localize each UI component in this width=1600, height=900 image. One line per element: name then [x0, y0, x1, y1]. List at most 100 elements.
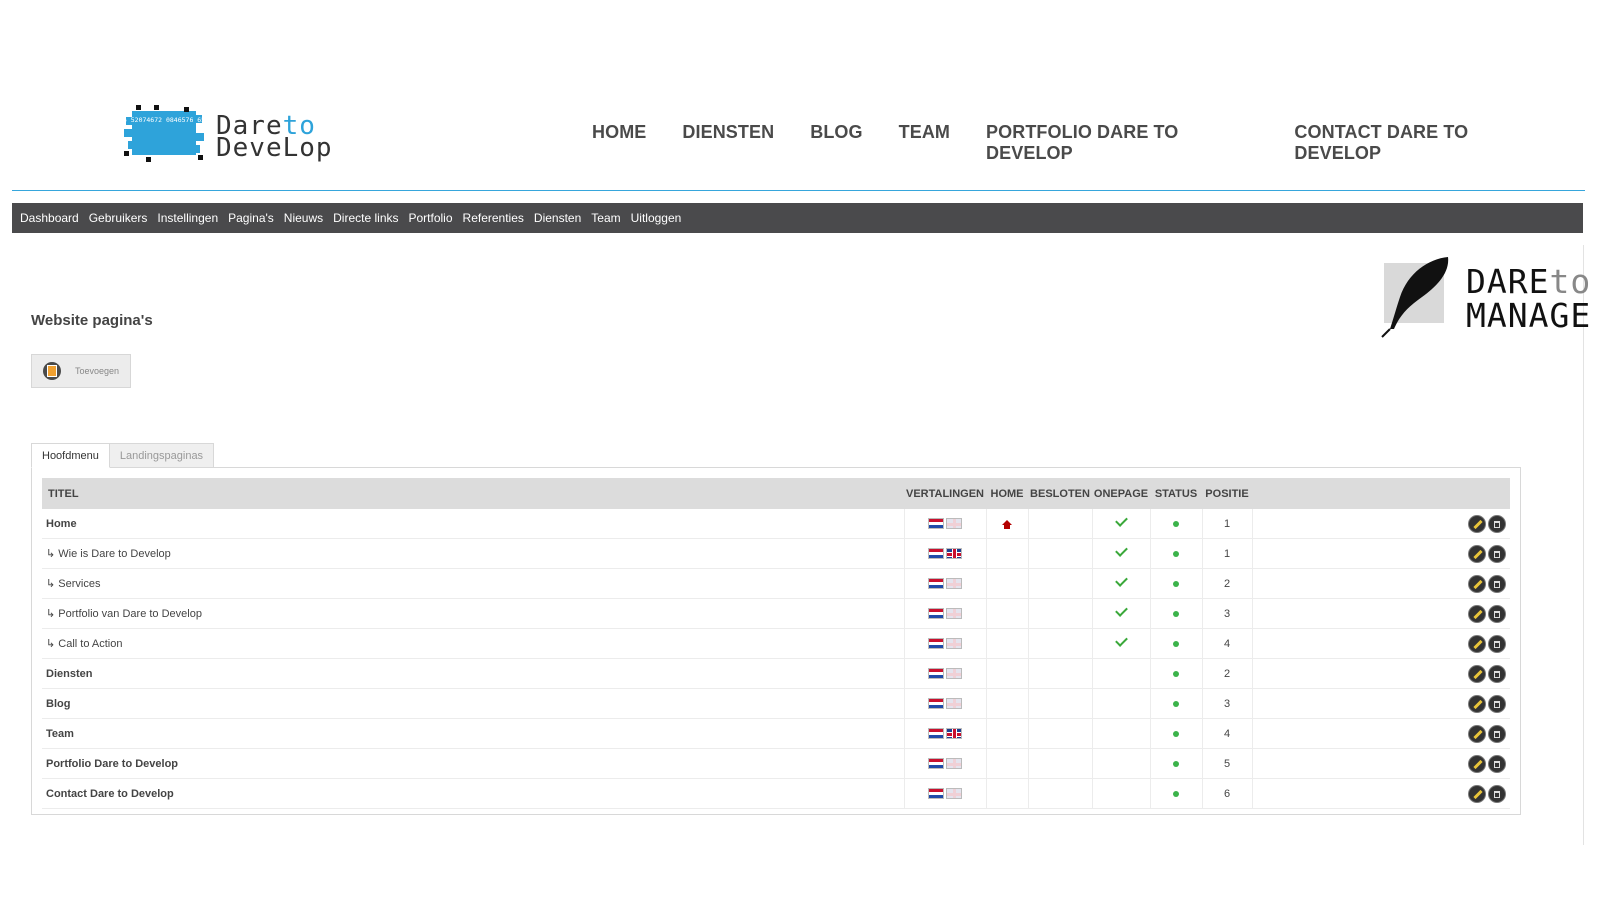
- flag-gb-icon[interactable]: [946, 758, 962, 770]
- row-title[interactable]: ↳ Wie is Dare to Develop: [42, 538, 904, 569]
- flag-gb-icon[interactable]: [946, 518, 962, 530]
- pencil-icon[interactable]: [1468, 664, 1486, 683]
- row-translations: [903, 718, 986, 749]
- header-vertalingen[interactable]: VERTALINGEN: [904, 478, 986, 509]
- trash-icon[interactable]: [1488, 784, 1506, 803]
- admin-nav-uitloggen[interactable]: Uitloggen: [631, 211, 682, 225]
- admin-nav-nieuws[interactable]: Nieuws: [284, 211, 323, 225]
- row-title[interactable]: Team: [42, 718, 904, 749]
- pencil-icon[interactable]: [1468, 634, 1486, 653]
- row-title[interactable]: Home: [42, 509, 904, 539]
- pencil-icon[interactable]: [1468, 754, 1486, 773]
- status-dot-icon[interactable]: [1173, 580, 1179, 587]
- pencil-icon[interactable]: [1468, 604, 1486, 623]
- row-translations: [903, 598, 986, 629]
- row-title[interactable]: Contact Dare to Develop: [42, 778, 904, 809]
- admin-nav-dashboard[interactable]: Dashboard: [20, 211, 79, 225]
- flag-gb-icon[interactable]: [946, 548, 962, 560]
- flag-nl-icon[interactable]: [928, 518, 944, 530]
- status-dot-icon[interactable]: [1173, 550, 1179, 557]
- table-row[interactable]: Home 1: [42, 509, 1510, 539]
- status-dot-icon[interactable]: [1173, 760, 1179, 767]
- flag-nl-icon[interactable]: [928, 638, 944, 650]
- row-title[interactable]: ↳ Services: [42, 568, 904, 599]
- status-dot-icon[interactable]: [1173, 640, 1179, 647]
- table-row[interactable]: Diensten 2: [42, 658, 1510, 689]
- row-title[interactable]: ↳ Portfolio van Dare to Develop: [42, 598, 904, 629]
- trash-icon[interactable]: [1488, 694, 1506, 713]
- flag-nl-icon[interactable]: [928, 788, 944, 800]
- row-title[interactable]: ↳ Call to Action: [42, 628, 904, 659]
- nav-team[interactable]: TEAM: [899, 122, 950, 164]
- header-besloten[interactable]: BESLOTEN: [1028, 478, 1092, 509]
- flag-nl-icon[interactable]: [928, 758, 944, 770]
- row-title[interactable]: Portfolio Dare to Develop: [42, 748, 904, 779]
- flag-nl-icon[interactable]: [928, 578, 944, 590]
- table-row[interactable]: ↳ Portfolio van Dare to Develop 3: [42, 598, 1510, 629]
- trash-icon[interactable]: [1488, 634, 1506, 653]
- status-dot-icon[interactable]: [1173, 700, 1179, 707]
- table-row[interactable]: Team 4: [42, 718, 1510, 749]
- flag-nl-icon[interactable]: [928, 608, 944, 620]
- trash-icon[interactable]: [1488, 604, 1506, 623]
- admin-nav-instellingen[interactable]: Instellingen: [157, 211, 218, 225]
- status-dot-icon[interactable]: [1173, 670, 1179, 677]
- row-title[interactable]: Diensten: [42, 658, 904, 689]
- nav-home[interactable]: HOME: [592, 122, 646, 164]
- flag-gb-icon[interactable]: [946, 608, 962, 620]
- nav-diensten[interactable]: DIENSTEN: [682, 122, 774, 164]
- nav-portfolio[interactable]: PORTFOLIO DARE TO DEVELOP: [986, 122, 1258, 164]
- trash-icon[interactable]: [1488, 724, 1506, 743]
- header-status[interactable]: STATUS: [1150, 478, 1202, 509]
- flag-gb-icon[interactable]: [946, 578, 962, 590]
- pencil-icon[interactable]: [1468, 544, 1486, 563]
- table-row[interactable]: ↳ Services 2: [42, 568, 1510, 599]
- pencil-icon[interactable]: [1468, 784, 1486, 803]
- trash-icon[interactable]: [1488, 514, 1506, 533]
- tab-hoofdmenu[interactable]: Hoofdmenu: [31, 443, 110, 468]
- table-row[interactable]: ↳ Call to Action 4: [42, 628, 1510, 659]
- trash-icon[interactable]: [1488, 574, 1506, 593]
- header-titel[interactable]: TITEL: [42, 478, 904, 509]
- status-dot-icon[interactable]: [1173, 730, 1179, 737]
- status-dot-icon[interactable]: [1173, 520, 1179, 527]
- dare-to-develop-logo[interactable]: 6461726 52074672 0846576 656C6F70 Dareto…: [124, 105, 354, 165]
- status-dot-icon[interactable]: [1173, 610, 1179, 617]
- header-positie[interactable]: POSITIE: [1202, 478, 1252, 509]
- table-row[interactable]: Blog 3: [42, 688, 1510, 719]
- flag-gb-icon[interactable]: [946, 788, 962, 800]
- admin-nav-directe-links[interactable]: Directe links: [333, 211, 398, 225]
- pencil-icon[interactable]: [1468, 694, 1486, 713]
- admin-nav-referenties[interactable]: Referenties: [463, 211, 524, 225]
- pencil-icon[interactable]: [1468, 724, 1486, 743]
- table-row[interactable]: Portfolio Dare to Develop 5: [42, 748, 1510, 779]
- add-page-button[interactable]: Toevoegen: [31, 354, 131, 388]
- admin-nav-team[interactable]: Team: [591, 211, 620, 225]
- table-row[interactable]: ↳ Wie is Dare to Develop 1: [42, 538, 1510, 569]
- nav-blog[interactable]: BLOG: [810, 122, 862, 164]
- header-onepage[interactable]: ONEPAGE: [1092, 478, 1150, 509]
- trash-icon[interactable]: [1488, 544, 1506, 563]
- flag-nl-icon[interactable]: [928, 668, 944, 680]
- pencil-icon[interactable]: [1468, 574, 1486, 593]
- status-dot-icon[interactable]: [1173, 790, 1179, 797]
- row-title[interactable]: Blog: [42, 688, 904, 719]
- trash-icon[interactable]: [1488, 664, 1506, 683]
- flag-gb-icon[interactable]: [946, 698, 962, 710]
- admin-nav-gebruikers[interactable]: Gebruikers: [89, 211, 148, 225]
- flag-gb-icon[interactable]: [946, 668, 962, 680]
- admin-nav-paginas[interactable]: Pagina's: [228, 211, 274, 225]
- pencil-icon[interactable]: [1468, 514, 1486, 533]
- trash-icon[interactable]: [1488, 754, 1506, 773]
- flag-nl-icon[interactable]: [928, 548, 944, 560]
- flag-nl-icon[interactable]: [928, 698, 944, 710]
- tab-landingspaginas[interactable]: Landingspaginas: [108, 443, 215, 468]
- table-row[interactable]: Contact Dare to Develop 6: [42, 778, 1510, 809]
- header-home[interactable]: HOME: [986, 478, 1028, 509]
- admin-nav-diensten[interactable]: Diensten: [534, 211, 581, 225]
- admin-nav-portfolio[interactable]: Portfolio: [409, 211, 453, 225]
- flag-gb-icon[interactable]: [946, 728, 962, 740]
- flag-nl-icon[interactable]: [928, 728, 944, 740]
- nav-contact[interactable]: CONTACT DARE TO DEVELOP: [1294, 122, 1549, 164]
- flag-gb-icon[interactable]: [946, 638, 962, 650]
